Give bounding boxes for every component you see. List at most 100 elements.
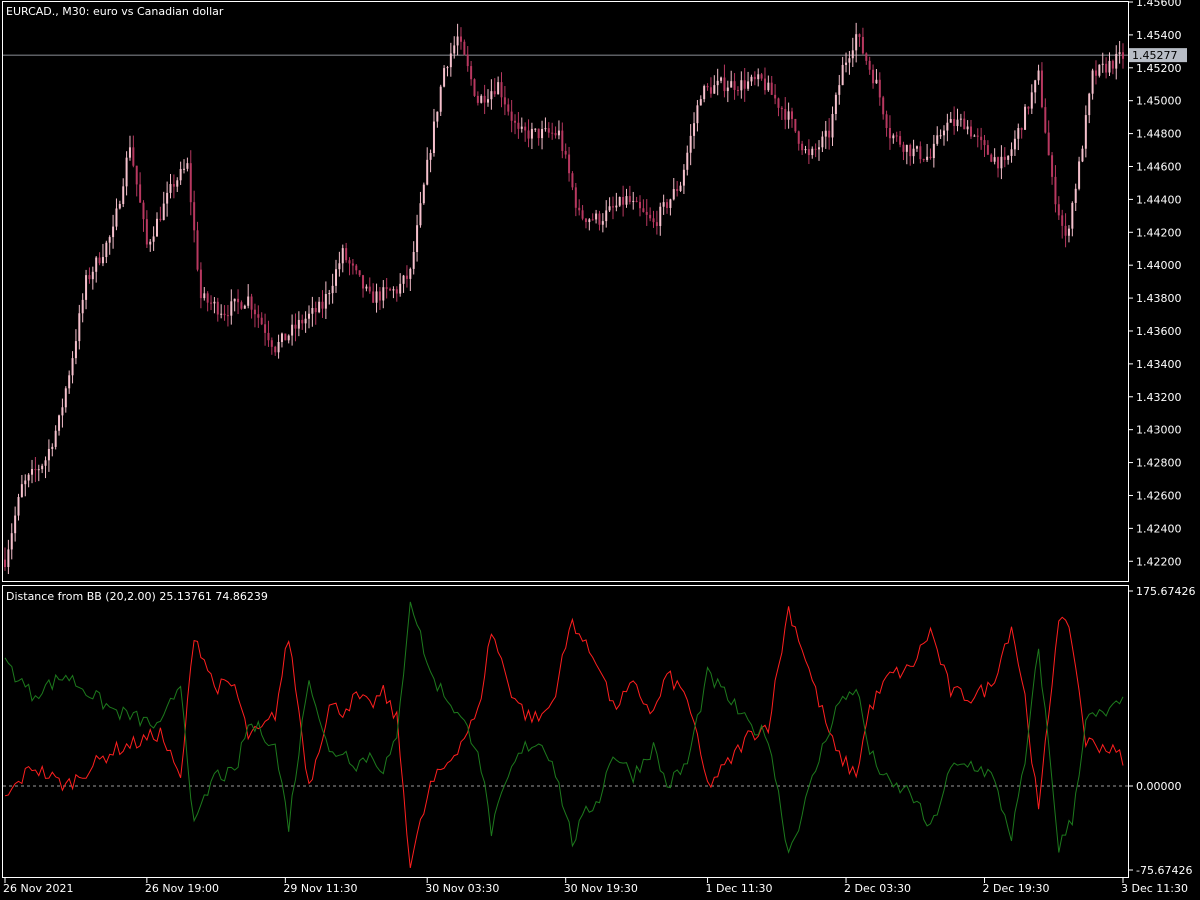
price-tick-label: 1.44800: [1136, 128, 1182, 141]
candle-body: [54, 430, 57, 447]
candle-body: [1118, 52, 1121, 54]
candle-body: [909, 144, 912, 157]
candle-body: [122, 186, 125, 205]
candle-body: [973, 135, 976, 137]
candle-body: [64, 388, 67, 408]
candle-body: [537, 128, 540, 139]
candle-body: [328, 293, 331, 295]
candle-body: [155, 218, 158, 237]
candle-body: [1017, 128, 1020, 139]
candle-body: [1078, 161, 1081, 189]
candle-body: [794, 118, 797, 132]
candle-body: [966, 126, 969, 130]
candle-body: [193, 202, 196, 231]
candle-body: [970, 126, 973, 137]
candle-body: [942, 130, 945, 136]
candle-body: [1047, 132, 1050, 156]
time-tick-label: 3 Dec 11:30: [1121, 882, 1188, 895]
candle-body: [645, 211, 648, 215]
candle-body: [321, 301, 324, 309]
candle-body: [203, 293, 206, 299]
candle-body: [389, 288, 392, 291]
chart-svg[interactable]: 1.45600 1.45400 1.45200 1.45000 1.44800 1.446…: [0, 0, 1200, 900]
candle-body: [693, 123, 696, 136]
candle-body: [740, 80, 743, 91]
candle-body: [98, 257, 101, 264]
candle-body: [463, 41, 466, 55]
candle-body: [831, 113, 834, 138]
candle-body: [855, 34, 858, 51]
candle: [284, 333, 287, 341]
candle-body: [304, 318, 307, 324]
candle-body: [520, 126, 523, 129]
candle-body: [1003, 156, 1006, 160]
candle-body: [71, 358, 74, 376]
candle-body: [699, 99, 702, 106]
price-tick-label: 1.43800: [1136, 292, 1182, 305]
candle-body: [183, 168, 186, 170]
candle-body: [419, 203, 422, 226]
price-tick-label: 1.44200: [1136, 226, 1182, 239]
candle-body: [986, 145, 989, 155]
candle-body: [274, 346, 277, 353]
candle-body: [584, 218, 587, 223]
candle-body: [878, 79, 881, 98]
candle-body: [787, 111, 790, 120]
indicator-axis: 175.67426 0.00000 -75.67426: [1128, 585, 1196, 877]
candle-body: [348, 260, 351, 264]
time-axis: 26 Nov 2021 26 Nov 19:00 29 Nov 11:30 30 No…: [3, 878, 1188, 895]
candle-body: [595, 213, 598, 220]
candle-body: [666, 202, 669, 208]
candle-body: [790, 111, 793, 119]
candle-body: [622, 196, 625, 205]
candle-body: [1054, 176, 1057, 205]
price-pane-frame: [2, 1, 1129, 582]
candle-body: [1007, 155, 1010, 160]
price-tick-label: 1.44600: [1136, 160, 1182, 173]
candle-body: [385, 287, 388, 289]
candle: [443, 65, 446, 88]
candle-body: [149, 241, 152, 245]
candle-body: [676, 189, 679, 191]
indicator-title: Distance from BB (20,2.00) 25.13761 74.8…: [6, 590, 268, 603]
candle-body: [618, 196, 621, 206]
candle: [439, 84, 442, 116]
candle-body: [243, 305, 246, 309]
candle-body: [1094, 70, 1097, 76]
candle-body: [1081, 148, 1084, 162]
candle-body: [713, 85, 716, 94]
candle-body: [642, 208, 645, 212]
candle-body: [368, 286, 371, 292]
candle-body: [608, 206, 611, 211]
candle-body: [638, 201, 641, 209]
candle-body: [14, 515, 17, 534]
candle-body: [443, 68, 446, 87]
candle-body: [733, 81, 736, 90]
candle-body: [20, 484, 23, 498]
candle-body: [476, 95, 479, 103]
candle-body: [1051, 155, 1054, 177]
candle-body: [743, 80, 746, 89]
candle-body: [524, 126, 527, 131]
candle-body: [514, 120, 517, 123]
candle-body: [652, 218, 655, 223]
candle-body: [152, 236, 155, 242]
candle-body: [233, 298, 236, 302]
candle-body: [834, 94, 837, 114]
candle-body: [44, 460, 47, 466]
candle-body: [912, 148, 915, 157]
candle-body: [341, 248, 344, 264]
candle-body: [210, 302, 213, 304]
candle-body: [980, 136, 983, 141]
candle-body: [780, 107, 783, 110]
candle-body: [632, 200, 635, 202]
candle-body: [432, 121, 435, 154]
candle-body: [709, 87, 712, 94]
candle: [1098, 64, 1101, 78]
price-tick-label: 1.45600: [1136, 0, 1182, 9]
candle-body: [1027, 106, 1030, 109]
candle-body: [1071, 202, 1074, 229]
candle-body: [811, 148, 814, 156]
candle-body: [726, 87, 729, 92]
candle-body: [118, 204, 121, 209]
